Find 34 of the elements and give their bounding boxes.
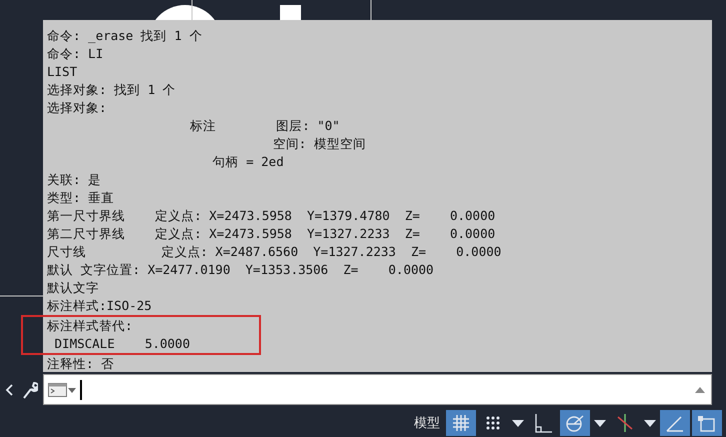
history-line: 命令: LI: [47, 45, 104, 63]
history-line: 标注 图层: "0": [188, 117, 341, 135]
history-line: 标注样式替代:: [47, 317, 134, 335]
history-line: LIST: [47, 63, 78, 81]
history-line: 尺寸线 定义点: X=2487.6560 Y=1327.2233 Z= 0.0000: [47, 243, 502, 261]
grid-icon: [452, 414, 470, 432]
history-line: 注释性: 否: [47, 355, 116, 373]
history-line: 关联: 是: [47, 171, 102, 189]
caret-icon: [644, 420, 656, 427]
history-line: 选择对象: 找到 1 个: [47, 81, 177, 99]
history-line: 标注样式:ISO-25: [47, 297, 153, 315]
command-input[interactable]: [43, 374, 712, 406]
history-line: 默认文字: [47, 279, 100, 297]
snap-cross-icon: [616, 413, 634, 434]
angle-icon: [666, 414, 684, 432]
history-line: 空间: 模型空间: [272, 135, 367, 153]
history-line: 命令: _erase 找到 1 个: [47, 27, 204, 45]
history-line: 第一尺寸界线 定义点: X=2473.5958 Y=1379.4780 Z= 0.0000: [47, 207, 496, 225]
history-line: 第二尺寸界线 定义点: X=2473.5958 Y=1327.2233 Z= 0.0000: [47, 225, 496, 243]
history-line: DIMSCALE 5.0000: [54, 335, 191, 353]
dot-grid-icon: [485, 415, 501, 432]
caret-icon: [512, 420, 524, 427]
history-line: 类型: 垂直: [47, 189, 116, 207]
wrench-icon[interactable]: [22, 380, 38, 399]
right-angle-icon: [534, 413, 552, 434]
polar-icon: [565, 413, 585, 434]
model-tab[interactable]: 模型: [410, 414, 444, 432]
caret-icon: [594, 420, 606, 427]
history-line: 默认 文字位置: X=2477.0190 Y=1353.3506 Z= 0.0000: [47, 261, 435, 279]
history-line: 选择对象:: [47, 99, 108, 117]
scroll-up-icon[interactable]: [695, 386, 705, 393]
console-icon[interactable]: [48, 382, 76, 397]
frame-icon: [697, 413, 717, 434]
history-line: 句柄 = 2ed: [212, 153, 285, 171]
